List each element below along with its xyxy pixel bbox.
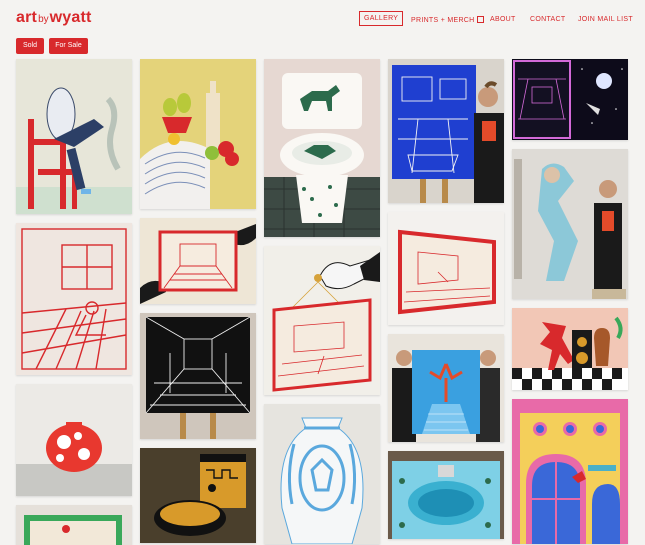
gallery-item-red-room[interactable]: [16, 223, 132, 375]
gallery-item-dog-toilet[interactable]: [264, 59, 380, 237]
external-link-icon: [476, 16, 484, 23]
artwork-image: [388, 451, 504, 539]
gallery-item-figure-chair[interactable]: [16, 59, 132, 214]
artwork-image: [512, 399, 628, 544]
artwork-image: [264, 404, 380, 544]
gallery-item-red-dancer[interactable]: [512, 308, 628, 390]
gallery-item-blue-figure-man[interactable]: [512, 149, 628, 299]
gallery-item-blue-vase[interactable]: [264, 404, 380, 544]
gallery-item-bw-easel[interactable]: [140, 313, 256, 439]
nav-join-mail-list[interactable]: JOIN MAIL LIST: [578, 16, 633, 23]
artwork-image: [388, 212, 504, 325]
artwork-image: [16, 59, 132, 214]
artwork-image: [512, 308, 628, 390]
gallery-item-red-frame-perspective[interactable]: [388, 212, 504, 325]
artwork-image: [388, 59, 504, 203]
artwork-image: [512, 149, 628, 299]
gallery-item-greek-toilet[interactable]: [140, 448, 256, 543]
artwork-image: [264, 246, 380, 395]
gallery-item-pink-arches[interactable]: [512, 399, 628, 544]
artwork-image: [16, 505, 132, 545]
gallery-item-two-men-blue[interactable]: [388, 334, 504, 442]
gallery-item-green-frame[interactable]: [16, 505, 132, 545]
artwork-image: [140, 59, 256, 209]
nav-contact[interactable]: CONTACT: [530, 16, 565, 23]
gallery-item-hand-hanging[interactable]: [264, 246, 380, 395]
artwork-image: [140, 448, 256, 543]
artwork-image: [388, 334, 504, 442]
artwork-image: [16, 384, 132, 496]
nav-about[interactable]: ABOUT: [490, 16, 516, 23]
filter-for-sale-button[interactable]: For Sale: [49, 38, 88, 54]
filter-sold-button[interactable]: Sold: [16, 38, 44, 54]
artwork-image: [16, 223, 132, 375]
gallery-item-purple-night[interactable]: [512, 59, 628, 140]
artwork-image: [264, 59, 380, 237]
gallery-item-blue-painting-artist[interactable]: [388, 59, 504, 203]
logo[interactable]: artbywyatt: [16, 9, 92, 27]
gallery-item-painted-sink[interactable]: [388, 451, 504, 539]
gallery-item-polka-vase[interactable]: [16, 384, 132, 496]
artwork-image: [512, 59, 628, 140]
artwork-image: [140, 313, 256, 439]
artwork-image: [140, 218, 256, 304]
nav-prints-merch[interactable]: PRINTS + MERCH: [411, 16, 484, 24]
gallery-item-still-life[interactable]: [140, 59, 256, 209]
nav-gallery[interactable]: GALLERY: [359, 11, 404, 26]
gallery-item-hands-frame[interactable]: [140, 218, 256, 304]
